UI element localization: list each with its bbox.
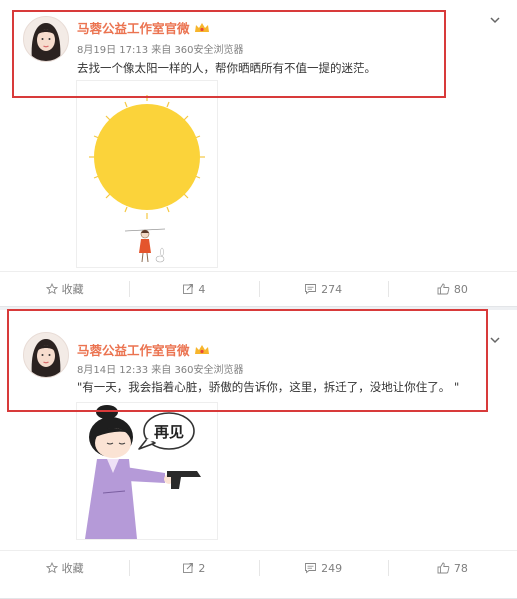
vip-crown-icon: [194, 345, 209, 354]
comment-icon: [305, 563, 317, 574]
action-bar: 收藏 4 274 80: [0, 271, 517, 306]
comment-button[interactable]: 274: [258, 272, 388, 306]
sun-circle: [94, 104, 200, 210]
post-card: 马蓉公益工作室官微 8月19日 17:13 来自 360安全浏览器 去找一个像太…: [0, 0, 517, 307]
star-icon: [45, 283, 58, 295]
post-text: "有一天，我会指着心脏，骄傲的告诉你，这里，拆迁了，没地让你住了。 ": [77, 380, 460, 394]
speech-text: 再见: [154, 423, 184, 441]
repost-count: 4: [198, 282, 206, 296]
favorite-label: 收藏: [61, 562, 84, 575]
like-button[interactable]: 78: [387, 551, 517, 585]
comment-count: 274: [321, 282, 343, 296]
post-image-cartoon[interactable]: 再见: [76, 402, 218, 540]
like-icon: [437, 283, 450, 295]
chevron-down-icon[interactable]: [489, 334, 501, 346]
sun-illustration: [89, 95, 205, 263]
cartoon-illustration: 再见: [85, 405, 201, 539]
chevron-down-icon[interactable]: [489, 14, 501, 26]
repost-icon: [183, 284, 194, 294]
post-meta: 8月19日 17:13 来自 360安全浏览器: [77, 45, 244, 56]
like-button[interactable]: 80: [387, 272, 517, 306]
author-name-text[interactable]: 马蓉公益工作室官微: [77, 21, 190, 36]
like-count: 78: [453, 561, 468, 575]
author-name[interactable]: 马蓉公益工作室官微: [77, 340, 210, 359]
favorite-button[interactable]: 收藏: [0, 272, 129, 306]
vip-crown-icon: [194, 23, 209, 32]
action-bar: 收藏 2 249 78: [0, 550, 517, 585]
star-icon: [45, 562, 58, 574]
post-text: 去找一个像太阳一样的人，帮你晒晒所有不值一提的迷茫。: [77, 61, 376, 75]
repost-button[interactable]: 4: [129, 272, 258, 306]
favorite-button[interactable]: 收藏: [0, 551, 129, 585]
post-image-sun[interactable]: [76, 80, 218, 268]
avatar[interactable]: [23, 16, 69, 62]
post-card: 马蓉公益工作室官微 8月14日 12:33 来自 360安全浏览器 "有一天，我…: [0, 310, 517, 599]
comment-icon: [305, 284, 317, 295]
comment-count: 249: [321, 561, 343, 575]
repost-button[interactable]: 2: [129, 551, 258, 585]
author-name[interactable]: 马蓉公益工作室官微: [77, 18, 210, 37]
favorite-label: 收藏: [61, 283, 84, 296]
repost-count: 2: [198, 561, 206, 575]
avatar[interactable]: [23, 332, 69, 378]
comment-button[interactable]: 249: [258, 551, 388, 585]
author-name-text[interactable]: 马蓉公益工作室官微: [77, 343, 190, 358]
post-meta: 8月14日 12:33 来自 360安全浏览器: [77, 365, 244, 376]
like-count: 80: [453, 282, 468, 296]
repost-icon: [183, 563, 194, 573]
like-icon: [437, 562, 450, 574]
